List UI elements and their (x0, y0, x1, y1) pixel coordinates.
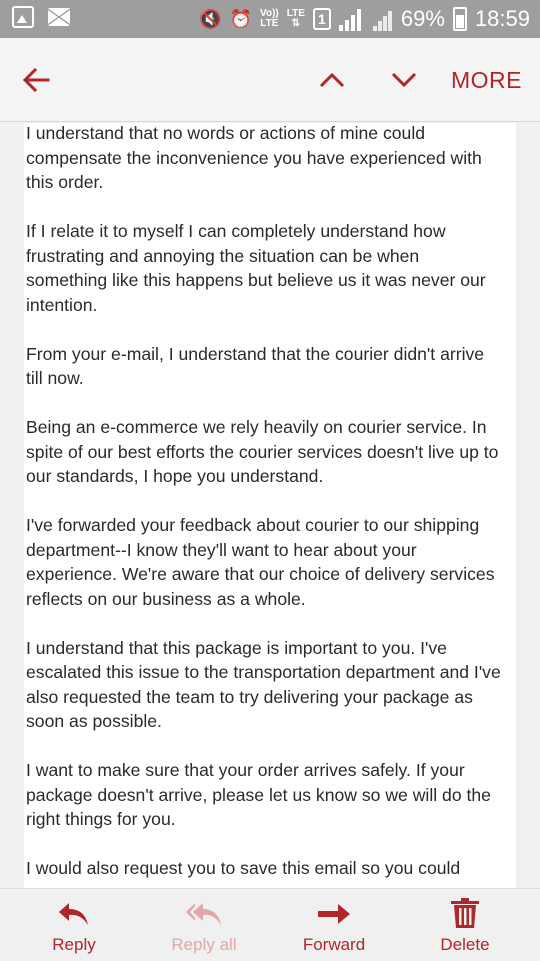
back-button[interactable] (20, 64, 52, 96)
signal-icon-2 (372, 7, 393, 31)
email-text: I understand that no words or actions of… (26, 123, 504, 888)
next-email-button[interactable] (388, 64, 420, 96)
reply-all-icon (186, 903, 221, 925)
paragraph: From your e-mail, I understand that the … (26, 343, 485, 389)
reply-icon (59, 903, 88, 925)
reply-button[interactable]: Reply (9, 889, 139, 961)
forward-button[interactable]: Forward (269, 889, 399, 961)
paragraph: I've forwarded your feedback about couri… (26, 515, 495, 609)
bottom-action-bar: Reply Reply all Forward Delete (0, 888, 540, 960)
back-arrow-icon (22, 67, 50, 93)
battery-icon (452, 7, 467, 31)
paragraph: I would also request you to save this em… (26, 858, 461, 878)
forward-icon (318, 904, 350, 924)
delete-button[interactable]: Delete (400, 889, 530, 961)
delete-label: Delete (440, 935, 490, 954)
paragraph: I understand that this package is import… (26, 637, 501, 732)
reply-label: Reply (52, 935, 96, 954)
email-body[interactable]: I understand that no words or actions of… (24, 123, 516, 888)
sim-slot-indicator: 1 (312, 8, 331, 30)
clock: 18:59 (474, 6, 530, 31)
mail-icon (48, 8, 70, 26)
paragraph: If I relate it to myself I can completel… (26, 221, 486, 315)
more-button[interactable]: MORE (451, 67, 522, 94)
status-icons: 🔇 ⏰ Vo)) LTE LTE ⇅ 1 69% 18:59 (199, 0, 530, 38)
chevron-down-icon (391, 72, 417, 88)
volte-bottom: LTE (260, 18, 279, 29)
lte-arrows: ⇅ (291, 18, 300, 29)
image-icon (12, 6, 34, 28)
lte-icon: LTE ⇅ (287, 9, 305, 29)
delete-icon (451, 898, 479, 928)
signal-icon (338, 7, 365, 31)
mute-icon: 🔇 (199, 8, 222, 29)
status-bar: 🔇 ⏰ Vo)) LTE LTE ⇅ 1 69% 18:59 (0, 0, 540, 38)
alarm-icon: ⏰ (229, 8, 253, 29)
forward-label: Forward (302, 935, 366, 954)
paragraph: I want to make sure that your order arri… (26, 760, 491, 829)
reply-all-button[interactable]: Reply all (139, 889, 269, 961)
paragraph: I understand that no words or actions of… (26, 123, 482, 192)
battery-percent: 69% (400, 6, 445, 31)
reply-all-label: Reply all (171, 935, 237, 954)
notification-icons (12, 6, 70, 28)
chevron-up-icon (319, 72, 345, 88)
paragraph: Being an e-commerce we rely heavily on c… (26, 417, 499, 486)
previous-email-button[interactable] (316, 64, 348, 96)
toolbar: MORE (0, 38, 540, 122)
volte-icon: Vo)) LTE (260, 9, 279, 29)
